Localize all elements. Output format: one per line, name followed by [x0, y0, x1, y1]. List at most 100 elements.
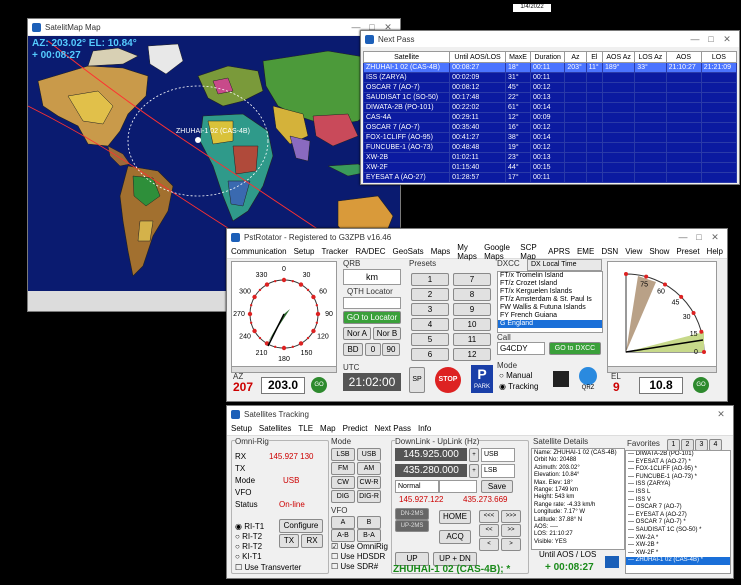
maximize-icon[interactable]: □ — [703, 34, 719, 44]
mode-button[interactable]: LSB — [331, 448, 355, 461]
menu-item[interactable]: EME — [577, 247, 594, 256]
list-item[interactable]: — FUNCUBE-1 (AO-73) * — [626, 474, 730, 482]
mode-manual-radio[interactable]: ○ Manual — [499, 371, 532, 380]
table-row[interactable]: CAS-4A 00:29:11 12° 00:09 — [362, 112, 738, 123]
tune-arrow-button[interactable]: < — [479, 538, 499, 551]
close-icon[interactable]: ✕ — [719, 34, 735, 45]
preset-button[interactable]: 3 — [411, 303, 449, 316]
preset-button[interactable]: 10 — [453, 318, 491, 331]
list-item[interactable]: FT/x Kerguelen Islands — [498, 288, 602, 296]
qrz-button[interactable]: QRZ — [577, 367, 599, 393]
stop-button[interactable]: STOP — [435, 367, 461, 393]
preset-button[interactable]: 4 — [411, 318, 449, 331]
preset-button[interactable]: 8 — [453, 288, 491, 301]
nor-a-button[interactable]: Nor A — [343, 327, 371, 340]
uplink-mode-select[interactable]: LSB — [481, 464, 515, 478]
tune-arrow-button[interactable]: >> — [501, 524, 521, 537]
downlink-spin[interactable]: + — [469, 448, 479, 462]
rig1-radio[interactable]: ◉ RI-T1 — [235, 522, 264, 531]
uplink-spin[interactable]: + — [469, 464, 479, 478]
mode-button[interactable]: CW-R — [357, 476, 381, 489]
table-row[interactable]: EYESAT A (AO-27) 01:28:57 17° 00:11 — [362, 172, 738, 183]
park-button[interactable]: P PARK — [471, 365, 493, 393]
vfo-button[interactable]: A-B — [331, 529, 355, 542]
list-item[interactable]: — ISS (ZARYA) — [626, 481, 730, 489]
memory-select[interactable] — [439, 480, 477, 493]
tune-arrow-button[interactable]: >>> — [501, 510, 521, 523]
tracking-mode-select[interactable]: Normal — [395, 480, 439, 493]
table-row[interactable]: SAUDISAT 1C (SO-50) 00:17:48 22° 00:13 — [362, 92, 738, 103]
menu-item[interactable]: View — [625, 247, 642, 256]
goto-locator-button[interactable]: GO to Locator — [343, 311, 401, 324]
column-header[interactable]: Until AOS/LOS — [449, 51, 507, 63]
rx-button[interactable]: RX — [301, 534, 323, 548]
downlink-mode-select[interactable]: USB — [481, 448, 515, 462]
menu-item[interactable]: Show — [649, 247, 669, 256]
list-item[interactable]: — XW-2A * — [626, 535, 730, 543]
elevation-slider[interactable] — [607, 366, 717, 373]
menu-item[interactable]: Help — [707, 247, 723, 256]
use-sdrsharp-checkbox[interactable]: ☐ Use SDR# — [331, 562, 378, 571]
vfo-button[interactable]: A — [331, 516, 355, 529]
list-item[interactable]: — EYESAT A (AO-27) — [626, 512, 730, 520]
preset-button[interactable]: 9 — [453, 303, 491, 316]
maximize-icon[interactable]: □ — [691, 232, 707, 242]
dx-local-time[interactable]: DX Local Time — [527, 259, 602, 271]
menu-item[interactable]: SCP Map — [520, 243, 541, 261]
menu-item[interactable]: Maps — [431, 247, 451, 256]
table-row[interactable]: ISS (ZARYA) 00:02:09 31° 00:11 — [362, 72, 738, 83]
menu-item[interactable]: Communication — [231, 247, 287, 256]
table-row[interactable]: OSCAR 7 (AO-7) 00:08:12 45° 00:12 — [362, 82, 738, 93]
menu-item[interactable]: Setup — [294, 247, 315, 256]
bd-0-button[interactable]: 0 — [365, 343, 381, 356]
list-item[interactable]: — OSCAR 7 (AO-7) — [626, 504, 730, 512]
up-2ms-button[interactable]: UP-2MS — [395, 520, 429, 532]
list-item[interactable]: G England — [498, 320, 602, 328]
table-row[interactable]: FOX-1CLIFF (AO-95) 00:41:27 38° 00:14 — [362, 132, 738, 143]
column-header[interactable]: MaxE — [505, 51, 532, 63]
table-row[interactable]: FUNCUBE-1 (AO-73) 00:48:48 19° 00:12 — [362, 142, 738, 153]
mode-button[interactable]: DIG — [331, 490, 355, 503]
menu-item[interactable]: TLE — [298, 424, 313, 433]
list-item[interactable]: — EYESAT A (AO-27) * — [626, 459, 730, 467]
use-hdsdr-checkbox[interactable]: ☐ Use HDSDR — [331, 552, 385, 561]
menu-item[interactable]: DSN — [601, 247, 618, 256]
call-input[interactable]: G4CDY — [497, 342, 545, 355]
azimuth-dial[interactable]: 330 0 30 300 60 270 90 240 120 210 150 180 — [231, 261, 337, 367]
column-header[interactable]: LOS — [700, 51, 738, 63]
menu-item[interactable]: Next Pass — [375, 424, 411, 433]
use-transverter-checkbox[interactable]: ☐ Use Transverter — [235, 563, 301, 572]
menu-item[interactable]: GeoSats — [393, 247, 424, 256]
list-item[interactable]: — XW-2F * — [626, 550, 730, 558]
table-row[interactable]: XW-2F 01:15:40 44° 00:15 — [362, 162, 738, 173]
list-item[interactable]: — SAUDISAT 1C (SO-50) * — [626, 527, 730, 535]
mode-button[interactable]: USB — [357, 448, 381, 461]
menu-item[interactable]: Map — [320, 424, 336, 433]
goto-dxcc-button[interactable]: GO to DXCC — [549, 342, 601, 355]
mode-button[interactable]: CW — [331, 476, 355, 489]
menu-item[interactable]: Preset — [676, 247, 699, 256]
menu-item[interactable]: APRS — [548, 247, 570, 256]
preset-button[interactable]: 12 — [453, 348, 491, 361]
list-item[interactable]: — DIWATA-2B (PO-101) — [626, 451, 730, 459]
rig4-radio[interactable]: ○ KI-T1 — [235, 552, 262, 561]
rig2-radio[interactable]: ○ RI-T2 — [235, 532, 262, 541]
minimize-icon[interactable]: — — [675, 232, 691, 242]
preset-button[interactable]: 7 — [453, 273, 491, 286]
menu-item[interactable]: My Maps — [457, 243, 477, 261]
tune-arrow-button[interactable]: << — [479, 524, 499, 537]
preset-button[interactable]: 1 — [411, 273, 449, 286]
list-item[interactable]: FT/z Crozet Island — [498, 280, 602, 288]
rig3-radio[interactable]: ○ RI-T2 — [235, 542, 262, 551]
azimuth-slider[interactable] — [231, 366, 337, 373]
next-pass-grid[interactable]: Satellite Until AOS/LOS MaxE Duration Az El AO… — [362, 51, 738, 183]
home-button[interactable]: HOME — [439, 510, 471, 524]
tune-arrow-button[interactable]: > — [501, 538, 521, 551]
column-header[interactable]: AOS Az — [602, 51, 636, 63]
list-item[interactable]: FW Wallis & Futuna Islands — [498, 304, 602, 312]
mode-button[interactable]: DIG-R — [357, 490, 381, 503]
tracking-icon[interactable] — [553, 371, 569, 387]
nor-b-button[interactable]: Nor B — [373, 327, 401, 340]
mode-button[interactable]: FM — [331, 462, 355, 475]
menu-item[interactable]: RA/DEC — [355, 247, 385, 256]
